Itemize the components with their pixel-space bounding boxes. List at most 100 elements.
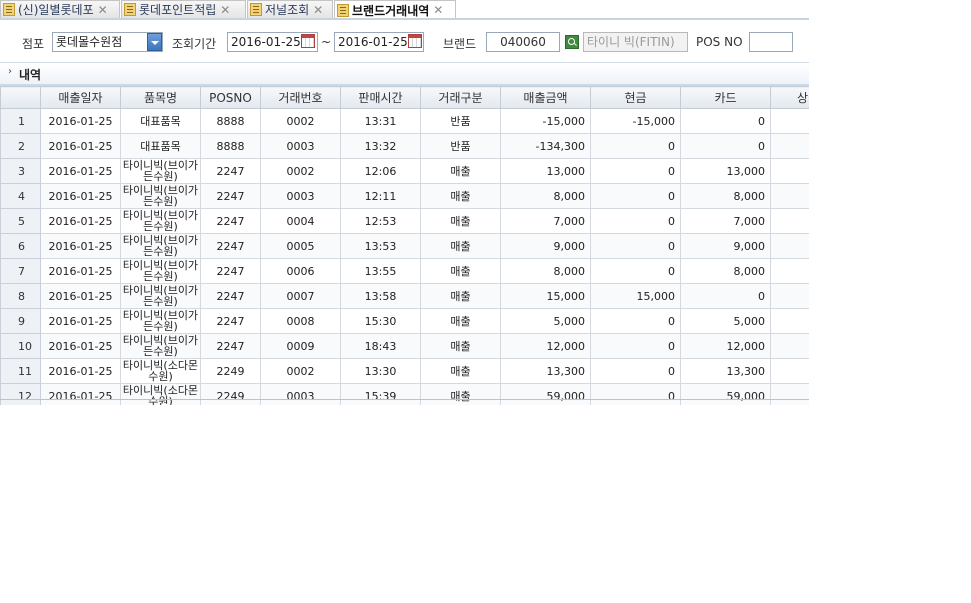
card-cell: 13,300: [680, 358, 771, 384]
table-row[interactable]: 5 2016-01-25 타이니빅(브이가든수원) 2247 0004 12:53 매출 7,…: [0, 208, 809, 234]
posno-cell: 2249: [200, 383, 261, 405]
row-number-cell: 4: [0, 183, 41, 209]
sale-amount-cell: 7,000: [500, 208, 591, 234]
sale-date-cell: 2016-01-25: [40, 208, 121, 234]
posno-label: POS NO: [696, 35, 743, 49]
sale-date-cell: 2016-01-25: [40, 358, 121, 384]
calendar-icon[interactable]: [301, 34, 315, 48]
folder-doc-icon: [337, 3, 349, 17]
table-row[interactable]: 6 2016-01-25 타이니빅(브이가든수원) 2247 0005 13:53 매출 9,…: [0, 233, 809, 259]
col-header-sale-date[interactable]: 매출일자: [40, 86, 121, 109]
sale-time-cell: 13:58: [340, 283, 421, 309]
col-header-item-name[interactable]: 품목명: [120, 86, 201, 109]
close-icon[interactable]: ✕: [433, 3, 443, 17]
close-icon[interactable]: ✕: [220, 3, 230, 17]
tx-number-cell: 0006: [260, 258, 341, 284]
sale-amount-cell: 8,000: [500, 258, 591, 284]
brand-code-input[interactable]: 040060: [486, 32, 560, 52]
folder-doc-icon: [250, 3, 262, 16]
sale-date-cell: 2016-01-25: [40, 158, 121, 184]
tab-bar: (신)일별롯데포 ✕ 롯데포인트적립 ✕ 저널조회 ✕ 브랜드거래내역 ✕: [0, 0, 809, 19]
table-row[interactable]: 8 2016-01-25 타이니빅(브이가든수원) 2247 0007 13:58 매출 15…: [0, 283, 809, 309]
posno-input[interactable]: [749, 32, 793, 52]
col-header-card[interactable]: 카드: [680, 86, 771, 109]
table-row[interactable]: 7 2016-01-25 타이니빅(브이가든수원) 2247 0006 13:55 매출 8,…: [0, 258, 809, 284]
tab-journal-inquiry[interactable]: 저널조회 ✕: [247, 0, 333, 18]
table-row[interactable]: 4 2016-01-25 타이니빅(브이가든수원) 2247 0003 12:11 매출 8,…: [0, 183, 809, 209]
tx-number-cell: 0004: [260, 208, 341, 234]
cash-cell: 15,000: [590, 283, 681, 309]
sale-time-cell: 13:53: [340, 233, 421, 259]
sale-date-cell: 2016-01-25: [40, 258, 121, 284]
folder-doc-icon: [124, 3, 136, 16]
cash-cell: 0: [590, 133, 681, 159]
tab-divider: [0, 18, 809, 20]
brand-label: 브랜드: [443, 37, 477, 51]
col-header-posno[interactable]: POSNO: [200, 86, 261, 109]
col-header-gift[interactable]: 상: [770, 86, 809, 109]
sale-time-cell: 13:32: [340, 133, 421, 159]
grid-body: 1 2016-01-25 대표품목 8888 0002 13:31 반품 -15,000 -15…: [0, 108, 809, 405]
table-row[interactable]: 2 2016-01-25 대표품목 8888 0003 13:32 반품 -134,300 0 0: [0, 133, 809, 159]
gift-cell: [770, 233, 809, 259]
close-icon[interactable]: ✕: [313, 3, 323, 17]
grid-bottom-border: [0, 399, 809, 400]
cash-cell: 0: [590, 208, 681, 234]
tx-type-cell: 매출: [420, 358, 501, 384]
sale-time-cell: 15:30: [340, 308, 421, 334]
tx-number-cell: 0005: [260, 233, 341, 259]
row-number-cell: 9: [0, 308, 41, 334]
section-header[interactable]: › 내역: [0, 62, 809, 84]
sale-time-cell: 13:31: [340, 108, 421, 134]
posno-cell: 2247: [200, 208, 261, 234]
col-header-tx-number[interactable]: 거래번호: [260, 86, 341, 109]
calendar-icon[interactable]: [408, 34, 422, 48]
posno-cell: 2247: [200, 158, 261, 184]
posno-cell: 2247: [200, 258, 261, 284]
search-icon[interactable]: [565, 35, 579, 49]
tx-type-cell: 매출: [420, 158, 501, 184]
item-name-cell: 타이니빅(브이가든수원): [120, 308, 201, 334]
cash-cell: -15,000: [590, 108, 681, 134]
tx-number-cell: 0007: [260, 283, 341, 309]
tx-number-cell: 0003: [260, 383, 341, 405]
item-name-cell: 대표품목: [120, 108, 201, 134]
table-row[interactable]: 9 2016-01-25 타이니빅(브이가든수원) 2247 0008 15:30 매출 5,…: [0, 308, 809, 334]
tx-type-cell: 매출: [420, 283, 501, 309]
col-header-tx-type[interactable]: 거래구분: [420, 86, 501, 109]
tx-type-cell: 매출: [420, 233, 501, 259]
table-row[interactable]: 3 2016-01-25 타이니빅(브이가든수원) 2247 0002 12:06 매출 13…: [0, 158, 809, 184]
table-row[interactable]: 11 2016-01-25 타이니빅(소다몬수원) 2249 0002 13:30 매출 13…: [0, 358, 809, 384]
chevron-down-icon[interactable]: [147, 33, 162, 51]
table-row[interactable]: 1 2016-01-25 대표품목 8888 0002 13:31 반품 -15,000 -15…: [0, 108, 809, 134]
sale-time-cell: 12:06: [340, 158, 421, 184]
card-cell: 9,000: [680, 233, 771, 259]
col-header-sale-time[interactable]: 판매시간: [340, 86, 421, 109]
item-name-cell: 타이니빅(브이가든수원): [120, 283, 201, 309]
card-cell: 0: [680, 108, 771, 134]
close-icon[interactable]: ✕: [98, 3, 108, 17]
tab-lotte-point-accrual[interactable]: 롯데포인트적립 ✕: [121, 0, 246, 18]
posno-cell: 8888: [200, 108, 261, 134]
table-row[interactable]: 12 2016-01-25 타이니빅(소다몬수원) 2249 0003 15:39 매출 59…: [0, 383, 809, 405]
store-label: 점포: [22, 37, 45, 51]
sale-date-cell: 2016-01-25: [40, 333, 121, 359]
table-row[interactable]: 10 2016-01-25 타이니빅(브이가든수원) 2247 0009 18:43 매출 1…: [0, 333, 809, 359]
tx-type-cell: 매출: [420, 208, 501, 234]
sale-time-cell: 15:39: [340, 383, 421, 405]
col-header-sale-amount[interactable]: 매출금액: [500, 86, 591, 109]
tab-brand-transactions[interactable]: 브랜드거래내역 ✕: [334, 0, 456, 19]
tx-type-cell: 반품: [420, 133, 501, 159]
cash-cell: 0: [590, 383, 681, 405]
sale-amount-cell: -15,000: [500, 108, 591, 134]
tab-daily-lotte-point[interactable]: (신)일별롯데포 ✕: [0, 0, 120, 18]
sale-amount-cell: 5,000: [500, 308, 591, 334]
col-header-cash[interactable]: 현금: [590, 86, 681, 109]
col-header-rownum: [0, 86, 41, 109]
gift-cell: [770, 208, 809, 234]
tx-type-cell: 반품: [420, 108, 501, 134]
posno-cell: 2247: [200, 308, 261, 334]
cash-cell: 0: [590, 333, 681, 359]
cash-cell: 0: [590, 258, 681, 284]
card-cell: 7,000: [680, 208, 771, 234]
